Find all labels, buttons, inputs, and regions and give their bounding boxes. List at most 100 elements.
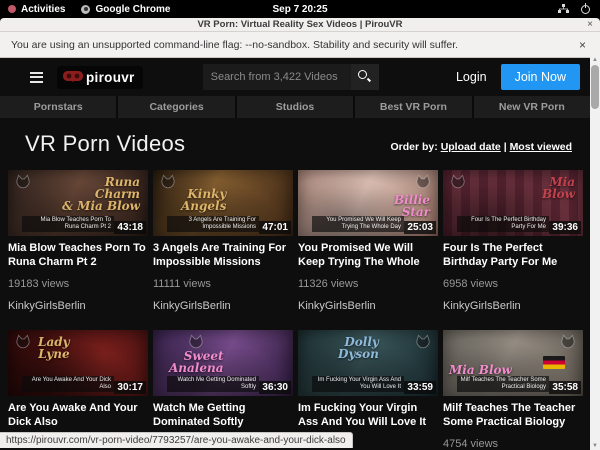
thumbnail-caption: Are You Awake And Your Dick Also	[22, 376, 114, 392]
order-most-viewed-link[interactable]: Most viewed	[510, 141, 572, 153]
video-title[interactable]: Watch Me Getting Dominated Softly	[153, 402, 293, 429]
window-titlebar[interactable]: VR Porn: Virtual Reality Sex Videos | Pi…	[0, 18, 600, 32]
video-title[interactable]: Are You Awake And Your Dick Also	[8, 402, 148, 429]
chrome-infobar: You are using an unsupported command-lin…	[0, 32, 600, 58]
vr-goggles-icon	[63, 71, 83, 83]
search-button[interactable]	[351, 64, 379, 90]
video-thumbnail[interactable]: Sweet Analena Watch Me Getting Dominated…	[153, 330, 293, 396]
video-duration: 35:58	[549, 381, 581, 394]
video-duration: 43:18	[114, 221, 146, 234]
thumbnail-overlay-title: Mia Blow	[542, 176, 575, 200]
video-thumbnail[interactable]: Dolly Dyson Im Fucking Your Virgin Ass A…	[298, 330, 438, 396]
infobar-close-icon[interactable]: ×	[579, 38, 600, 52]
video-thumbnail[interactable]: Mia Blow Four Is The Perfect Birthday Pa…	[443, 170, 583, 236]
studio-watermark-cat-icon	[559, 334, 577, 350]
order-upload-date-link[interactable]: Upload date	[441, 141, 501, 153]
video-thumbnail[interactable]: Billie Star You Promised We Will Keep Tr…	[298, 170, 438, 236]
video-title[interactable]: Milf Teaches The Teacher Some Practical …	[443, 402, 583, 429]
video-duration: 25:03	[404, 221, 436, 234]
thumbnail-caption: You Promised We Will Keep Trying The Who…	[312, 216, 404, 232]
nav-item-categories[interactable]: Categories	[118, 96, 234, 118]
video-card[interactable]: Kinky Angels 3 Angels Are Training For I…	[153, 170, 293, 312]
thumbnail-overlay-title: Sweet Analena	[169, 350, 224, 374]
network-icon[interactable]	[558, 4, 569, 14]
thumbnail-caption: 3 Angels Are Training For Impossible Mis…	[167, 216, 259, 232]
studio-watermark-cat-icon	[14, 174, 32, 190]
video-title[interactable]: 3 Angels Are Training For Impossible Mis…	[153, 242, 293, 269]
video-title[interactable]: You Promised We Will Keep Trying The Who…	[298, 242, 438, 269]
studio-watermark-cat-icon	[187, 334, 205, 350]
video-views: 11111 views	[153, 278, 293, 290]
video-views: 6958 views	[443, 278, 583, 290]
video-duration: 36:30	[259, 381, 291, 394]
site-logo[interactable]: pirouvr	[57, 66, 143, 89]
video-studio-link[interactable]: KinkyGirlsBerlin	[443, 300, 583, 312]
join-now-button[interactable]: Join Now	[501, 64, 580, 90]
thumbnail-caption: Im Fucking Your Virgin Ass And You Will …	[312, 376, 404, 392]
nav-item-studios[interactable]: Studios	[237, 96, 353, 118]
scrollbar[interactable]: ▲ ▼	[590, 56, 600, 450]
video-thumbnail[interactable]: Mia Blow Milf Teaches The Teacher Some P…	[443, 330, 583, 396]
thumbnail-overlay-title: Billie Star	[394, 194, 430, 218]
scrollbar-up-icon[interactable]: ▲	[590, 57, 600, 63]
studio-watermark-cat-icon	[159, 174, 177, 190]
thumbnail-caption: Watch Me Getting Dominated Softly	[167, 376, 259, 392]
studio-watermark-cat-icon	[449, 174, 467, 190]
thumbnail-caption: Milf Teaches The Teacher Some Practical …	[457, 376, 549, 392]
video-thumbnail[interactable]: Lady Lyne Are You Awake And Your Dick Al…	[8, 330, 148, 396]
video-thumbnail[interactable]: Kinky Angels 3 Angels Are Training For I…	[153, 170, 293, 236]
thumbnail-overlay-title: Mia Blow	[449, 364, 512, 376]
thumbnail-caption: Four Is The Perfect Birthday Party For M…	[457, 216, 549, 232]
status-url-bar: https://pirouvr.com/vr-porn-video/779325…	[0, 432, 353, 448]
order-by-label: Order by:	[391, 141, 438, 153]
page-title: VR Porn Videos	[25, 131, 185, 157]
video-studio-link[interactable]: KinkyGirlsBerlin	[153, 300, 293, 312]
nav-item-new[interactable]: New VR Porn	[474, 96, 590, 118]
video-duration: 33:59	[404, 381, 436, 394]
thumbnail-caption: Mia Blow Teaches Porn To Runa Charm Pt 2	[22, 216, 114, 232]
logo-text: pirouvr	[86, 70, 135, 85]
webpage-viewport: pirouvr Login Join Now Pornstars Categor…	[0, 58, 590, 450]
video-duration: 30:17	[114, 381, 146, 394]
video-views: 19183 views	[8, 278, 148, 290]
search-bar	[203, 64, 379, 90]
studio-watermark-cat-icon	[414, 174, 432, 190]
nav-item-best[interactable]: Best VR Porn	[355, 96, 471, 118]
video-grid: Runa Charm & Mia Blow Mia Blow Teaches P…	[0, 157, 590, 450]
video-card[interactable]: Mia Blow Milf Teaches The Teacher Some P…	[443, 330, 583, 450]
video-title[interactable]: Mia Blow Teaches Porn To Runa Charm Pt 2	[8, 242, 148, 269]
scrollbar-down-icon[interactable]: ▼	[590, 443, 600, 449]
video-card[interactable]: Mia Blow Four Is The Perfect Birthday Pa…	[443, 170, 583, 312]
site-header: pirouvr Login Join Now	[0, 58, 590, 96]
video-card[interactable]: Runa Charm & Mia Blow Mia Blow Teaches P…	[8, 170, 148, 312]
scrollbar-thumb[interactable]	[591, 65, 599, 109]
studio-watermark-cat-icon	[14, 334, 32, 350]
nav-item-pornstars[interactable]: Pornstars	[0, 96, 116, 118]
video-title[interactable]: Four Is The Perfect Birthday Party For M…	[443, 242, 583, 269]
video-views: 11326 views	[298, 278, 438, 290]
video-thumbnail[interactable]: Runa Charm & Mia Blow Mia Blow Teaches P…	[8, 170, 148, 236]
german-flag-icon	[543, 356, 565, 369]
video-card[interactable]: Billie Star You Promised We Will Keep Tr…	[298, 170, 438, 312]
thumbnail-overlay-title: Lady Lyne	[38, 336, 70, 360]
search-input[interactable]	[203, 64, 351, 90]
window-title: VR Porn: Virtual Reality Sex Videos | Pi…	[197, 19, 402, 30]
video-studio-link[interactable]: KinkyGirlsBerlin	[8, 300, 148, 312]
clock[interactable]: Sep 7 20:25	[0, 4, 600, 15]
system-top-bar: Activities Google Chrome Sep 7 20:25	[0, 0, 600, 18]
thumbnail-overlay-title: Runa Charm & Mia Blow	[62, 176, 140, 212]
power-icon[interactable]	[581, 5, 590, 14]
studio-watermark-cat-icon	[414, 334, 432, 350]
login-link[interactable]: Login	[456, 70, 487, 84]
menu-icon[interactable]	[30, 72, 43, 83]
video-studio-link[interactable]: KinkyGirlsBerlin	[298, 300, 438, 312]
video-views: 4754 views	[443, 438, 583, 450]
window-close-icon[interactable]: ×	[587, 19, 593, 30]
main-nav: Pornstars Categories Studios Best VR Por…	[0, 96, 590, 118]
video-title[interactable]: Im Fucking Your Virgin Ass And You Will …	[298, 402, 438, 429]
order-by-control: Order by: Upload date | Most viewed	[391, 141, 573, 157]
video-duration: 47:01	[259, 221, 291, 234]
infobar-message: You are using an unsupported command-lin…	[0, 39, 458, 51]
thumbnail-overlay-title: Kinky Angels	[181, 188, 226, 212]
video-duration: 39:36	[549, 221, 581, 234]
